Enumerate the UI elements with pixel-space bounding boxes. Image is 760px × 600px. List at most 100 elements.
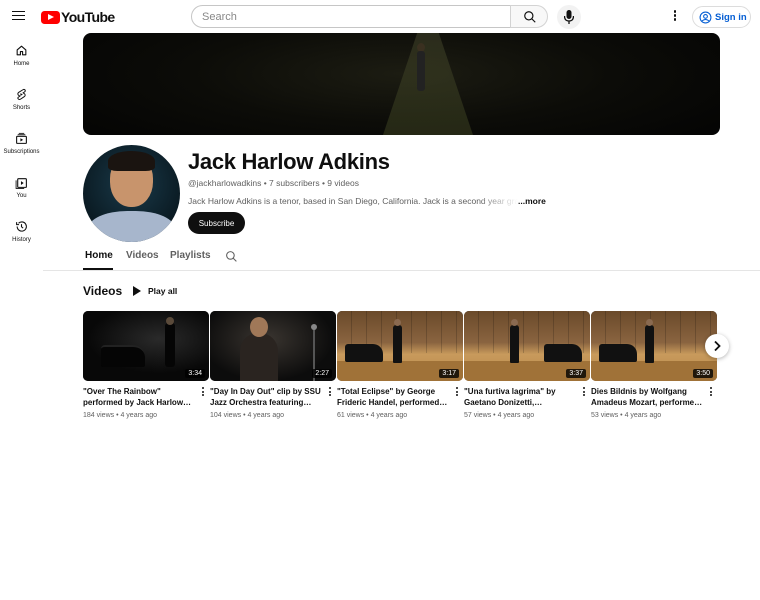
video-thumbnail[interactable]: 3:34 bbox=[83, 311, 209, 381]
video-card[interactable]: 3:17 "Total Eclipse" by George Frideric … bbox=[337, 311, 463, 419]
sign-in-button[interactable]: Sign in bbox=[692, 6, 751, 28]
mic-head bbox=[311, 324, 317, 330]
channel-description[interactable]: Jack Harlow Adkins is a tenor, based in … bbox=[188, 196, 548, 206]
channel-meta: @jackharlowadkins • 7 subscribers • 9 vi… bbox=[188, 178, 359, 188]
video-duration: 3:50 bbox=[693, 369, 713, 378]
piano-shape bbox=[599, 344, 637, 362]
sidebar-item-label: You bbox=[16, 193, 27, 199]
video-more-icon[interactable] bbox=[581, 386, 587, 398]
tab-videos[interactable]: Videos bbox=[126, 250, 159, 261]
sidebar-item-label: Subscriptions bbox=[3, 149, 40, 155]
youtube-logo[interactable]: YouTube bbox=[41, 9, 115, 25]
subscribe-button[interactable]: Subscribe bbox=[188, 212, 245, 234]
piano-shape bbox=[345, 344, 383, 362]
video-meta: 184 views • 4 years ago bbox=[83, 412, 158, 419]
sidebar-item-you[interactable]: You bbox=[0, 166, 43, 210]
search-button[interactable] bbox=[510, 5, 548, 28]
performer-head bbox=[166, 317, 174, 325]
logo-text: YouTube bbox=[61, 9, 115, 25]
channel-tabs: Home Videos Playlists bbox=[43, 246, 760, 271]
video-title[interactable]: "Day In Day Out" clip by SSU Jazz Orches… bbox=[210, 386, 322, 408]
performer-shape bbox=[165, 323, 175, 367]
top-bar: YouTube Search Sign in bbox=[0, 0, 760, 34]
sidebar-item-subscriptions[interactable]: Subscriptions bbox=[0, 122, 43, 166]
sidebar-item-home[interactable]: Home bbox=[0, 34, 43, 78]
history-icon bbox=[16, 221, 27, 232]
banner-figure bbox=[417, 51, 425, 91]
sidebar: Home Shorts Subscriptions You History bbox=[0, 34, 43, 254]
performer-shape bbox=[393, 325, 402, 363]
performer-shape bbox=[510, 325, 519, 363]
video-meta: 104 views • 4 years ago bbox=[210, 412, 285, 419]
voice-search-button[interactable] bbox=[557, 5, 581, 29]
search-input[interactable]: Search bbox=[191, 5, 511, 28]
channel-name: Jack Harlow Adkins bbox=[188, 149, 390, 174]
video-more-icon[interactable] bbox=[200, 386, 206, 398]
sign-in-label: Sign in bbox=[715, 11, 747, 23]
home-icon bbox=[16, 45, 27, 56]
channel-avatar[interactable] bbox=[83, 145, 180, 242]
video-meta: 61 views • 4 years ago bbox=[337, 412, 408, 419]
video-more-icon[interactable] bbox=[708, 386, 714, 398]
video-card[interactable]: 3:34 "Over The Rainbow" performed by Jac… bbox=[83, 311, 209, 419]
settings-more-icon[interactable] bbox=[671, 9, 679, 25]
piano-shape bbox=[101, 345, 145, 367]
active-tab-indicator bbox=[83, 268, 113, 270]
singer-body bbox=[240, 333, 278, 381]
avatar-hair bbox=[108, 151, 155, 171]
performer-head bbox=[394, 319, 401, 326]
video-title[interactable]: Dies Bildnis by Wolfgang Amadeus Mozart,… bbox=[591, 386, 703, 408]
video-more-icon[interactable] bbox=[454, 386, 460, 398]
you-icon bbox=[15, 178, 27, 189]
avatar-shirt bbox=[88, 211, 175, 242]
play-icon bbox=[133, 286, 141, 296]
video-meta: 53 views • 4 years ago bbox=[591, 412, 662, 419]
shorts-icon bbox=[17, 88, 26, 101]
video-meta: 57 views • 4 years ago bbox=[464, 412, 535, 419]
singer-head bbox=[250, 317, 268, 337]
video-duration: 2:27 bbox=[312, 369, 332, 378]
video-duration: 3:34 bbox=[185, 369, 205, 378]
performer-shape bbox=[645, 325, 654, 363]
youtube-play-icon bbox=[41, 10, 60, 24]
chevron-right-icon bbox=[714, 340, 721, 352]
sidebar-item-label: Home bbox=[13, 61, 30, 67]
tab-home[interactable]: Home bbox=[85, 250, 113, 261]
account-icon bbox=[699, 11, 712, 23]
channel-description-text: Jack Harlow Adkins is a tenor, based in … bbox=[188, 196, 518, 206]
video-thumbnail[interactable]: 3:37 bbox=[464, 311, 590, 381]
video-duration: 3:37 bbox=[566, 369, 586, 378]
video-thumbnail[interactable]: 2:27 bbox=[210, 311, 336, 381]
video-thumbnail[interactable]: 3:50 bbox=[591, 311, 717, 381]
video-duration: 3:17 bbox=[439, 369, 459, 378]
menu-icon[interactable] bbox=[12, 8, 30, 26]
play-all-label: Play all bbox=[148, 286, 178, 296]
video-thumbnail[interactable]: 3:17 bbox=[337, 311, 463, 381]
performer-head bbox=[511, 319, 518, 326]
performer-head bbox=[646, 319, 653, 326]
video-more-icon[interactable] bbox=[327, 386, 333, 398]
play-all-button[interactable]: Play all bbox=[131, 284, 177, 298]
channel-banner bbox=[83, 33, 720, 135]
video-card[interactable]: 3:50 Dies Bildnis by Wolfgang Amadeus Mo… bbox=[591, 311, 717, 419]
video-card[interactable]: 2:27 "Day In Day Out" clip by SSU Jazz O… bbox=[210, 311, 336, 419]
sidebar-item-label: History bbox=[12, 237, 31, 243]
piano-shape bbox=[544, 344, 582, 362]
microphone-icon bbox=[564, 10, 574, 24]
video-card[interactable]: 3:37 "Una furtiva lagrima" by Gaetano Do… bbox=[464, 311, 590, 419]
sidebar-item-label: Shorts bbox=[12, 105, 31, 111]
shelf-next-button[interactable] bbox=[705, 334, 729, 358]
tab-playlists[interactable]: Playlists bbox=[170, 250, 211, 261]
search-icon bbox=[226, 251, 237, 262]
more-link[interactable]: ...more bbox=[518, 196, 546, 206]
video-title[interactable]: "Una furtiva lagrima" by Gaetano Donizet… bbox=[464, 386, 576, 408]
banner-path bbox=[383, 33, 473, 135]
shelf-title[interactable]: Videos bbox=[83, 284, 122, 298]
subscriptions-icon bbox=[16, 132, 27, 144]
video-title[interactable]: "Over The Rainbow" performed by Jack Har… bbox=[83, 386, 195, 408]
video-title[interactable]: "Total Eclipse" by George Frideric Hande… bbox=[337, 386, 449, 408]
sidebar-item-shorts[interactable]: Shorts bbox=[0, 78, 43, 122]
channel-search-button[interactable] bbox=[225, 250, 238, 268]
search-icon bbox=[524, 11, 536, 23]
sidebar-item-history[interactable]: History bbox=[0, 210, 43, 254]
